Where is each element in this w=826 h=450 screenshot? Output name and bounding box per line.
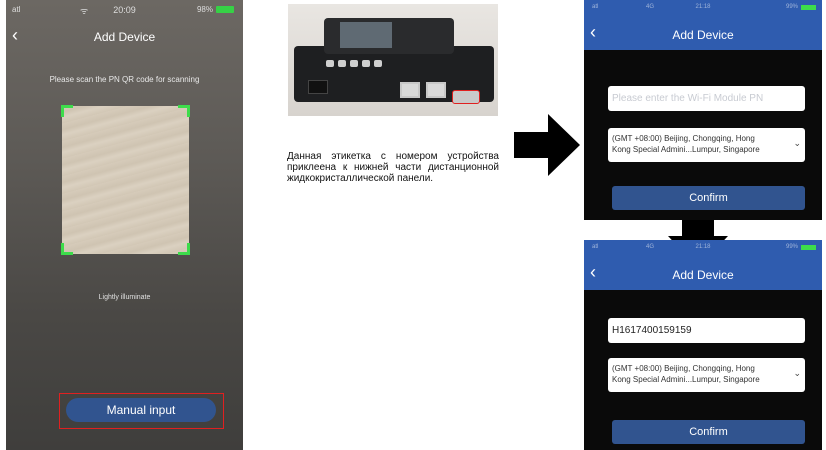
status-bar: atl ᯤ 20:09 98% — [6, 0, 243, 20]
confirm-button[interactable]: Confirm — [612, 420, 805, 444]
timezone-select[interactable]: (GMT +08:00) Beijing, Chongqing, Hong Ko… — [608, 358, 805, 392]
timezone-line: Kong Special Admini...Lumpur, Singapore — [612, 375, 760, 384]
page-title: Add Device — [672, 268, 734, 282]
scan-corner-top-left — [61, 105, 73, 117]
timezone-line: (GMT +08:00) Beijing, Chongqing, Hong — [612, 134, 755, 143]
battery-icon — [216, 6, 234, 13]
device-button — [362, 60, 370, 67]
battery-icon — [801, 245, 816, 250]
manual-input-screen-filled: atl 4G 21:18 99% ‹ Add Device H161740015… — [584, 240, 822, 450]
instruction-page: atl ᯤ 20:09 98% ‹ Add Device Please scan… — [0, 0, 826, 450]
illuminate-toggle[interactable]: Lightly illuminate — [6, 294, 243, 301]
page-title: Add Device — [93, 30, 156, 44]
status-bar: atl 4G 21:18 99% — [584, 240, 822, 256]
manual-input-screen-empty: atl 4G 21:18 99% ‹ Add Device Please ent… — [584, 0, 822, 220]
battery-percent: 99% — [785, 4, 798, 10]
device-button — [350, 60, 358, 67]
timezone-select[interactable]: (GMT +08:00) Beijing, Chongqing, Hong Ko… — [608, 128, 805, 162]
scan-corner-bottom-right — [178, 243, 190, 255]
nav-bar: ‹ Add Device — [584, 16, 822, 50]
battery-icon — [801, 5, 816, 10]
chevron-down-icon: ⌄ — [793, 368, 801, 378]
scan-hint-text: Please scan the PN QR code for scanning — [49, 75, 200, 84]
device-terminal — [308, 80, 328, 94]
device-lcd — [340, 22, 392, 48]
pn-input[interactable]: H1617400159159 — [608, 318, 805, 343]
scan-corner-bottom-left — [61, 243, 73, 255]
manual-input-button[interactable]: Manual input — [66, 398, 216, 422]
rj45-port — [400, 82, 420, 98]
qr-scan-frame — [61, 105, 190, 255]
scan-corner-top-right — [178, 105, 190, 117]
status-bar: atl 4G 21:18 99% — [584, 0, 822, 16]
timezone-line: (GMT +08:00) Beijing, Chongqing, Hong — [612, 364, 755, 373]
arrow-right-icon — [514, 114, 580, 176]
pn-label-highlight — [452, 90, 480, 104]
nav-bar: ‹ Add Device — [584, 256, 822, 290]
battery-percent: 98% — [196, 5, 213, 14]
device-button — [326, 60, 334, 67]
timezone-line: Kong Special Admini...Lumpur, Singapore — [612, 145, 760, 154]
device-caption: Данная этикетка с номером устройства при… — [287, 151, 499, 184]
device-button — [338, 60, 346, 67]
page-title: Add Device — [672, 28, 734, 42]
confirm-button[interactable]: Confirm — [612, 186, 805, 210]
battery-percent: 99% — [785, 244, 798, 250]
device-photo — [288, 4, 498, 116]
rj45-port — [426, 82, 446, 98]
pn-input[interactable]: Please enter the Wi-Fi Module PN — [608, 86, 805, 111]
device-button — [374, 60, 382, 67]
scan-screen: atl ᯤ 20:09 98% ‹ Add Device Please scan… — [6, 0, 243, 450]
chevron-down-icon: ⌄ — [793, 138, 801, 148]
